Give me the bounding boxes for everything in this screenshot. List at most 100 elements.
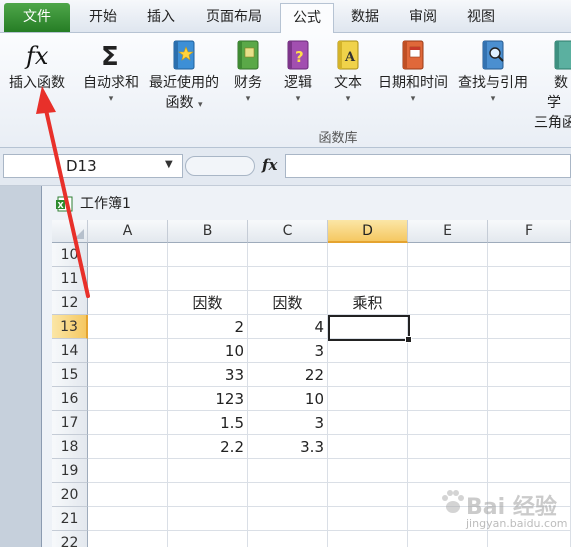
cell-B18[interactable]: 2.2 — [168, 435, 248, 459]
tab-insert[interactable]: 插入 — [134, 3, 188, 32]
cell-A17[interactable] — [88, 411, 168, 435]
cell-E15[interactable] — [408, 363, 488, 387]
chevron-down-icon[interactable]: ▼ — [165, 159, 173, 170]
logical-button[interactable]: ? 逻辑 ▾ — [278, 37, 318, 105]
cell-B20[interactable] — [168, 483, 248, 507]
cell-E21[interactable] — [408, 507, 488, 531]
row-header-10[interactable]: 10 — [52, 243, 88, 267]
cell-F14[interactable] — [488, 339, 571, 363]
cell-C11[interactable] — [248, 267, 328, 291]
cell-B11[interactable] — [168, 267, 248, 291]
column-header-B[interactable]: B — [168, 220, 248, 243]
cell-C14[interactable]: 3 — [248, 339, 328, 363]
column-header-D[interactable]: D — [328, 220, 408, 243]
row-header-11[interactable]: 11 — [52, 267, 88, 291]
cell-D15[interactable] — [328, 363, 408, 387]
cell-F11[interactable] — [488, 267, 571, 291]
column-header-E[interactable]: E — [408, 220, 488, 243]
row-header-13[interactable]: 13 — [52, 315, 88, 339]
cell-F13[interactable] — [488, 315, 571, 339]
select-all-corner[interactable] — [52, 220, 88, 243]
cell-F10[interactable] — [488, 243, 571, 267]
cell-E11[interactable] — [408, 267, 488, 291]
cell-C21[interactable] — [248, 507, 328, 531]
cell-A13[interactable] — [88, 315, 168, 339]
cell-F19[interactable] — [488, 459, 571, 483]
cell-B10[interactable] — [168, 243, 248, 267]
cell-B13[interactable]: 2 — [168, 315, 248, 339]
tab-view[interactable]: 视图 — [454, 3, 508, 32]
cell-D20[interactable] — [328, 483, 408, 507]
formula-input[interactable] — [285, 154, 571, 178]
cell-B22[interactable] — [168, 531, 248, 547]
cell-F17[interactable] — [488, 411, 571, 435]
cell-F20[interactable] — [488, 483, 571, 507]
cell-A15[interactable] — [88, 363, 168, 387]
cell-A19[interactable] — [88, 459, 168, 483]
cell-A20[interactable] — [88, 483, 168, 507]
math-trig-button[interactable]: 数学 三角函 — [534, 37, 571, 133]
tab-data[interactable]: 数据 — [338, 3, 392, 32]
tab-page-layout[interactable]: 页面布局 — [192, 3, 276, 32]
cell-B12[interactable]: 因数 — [168, 291, 248, 315]
cell-D17[interactable] — [328, 411, 408, 435]
row-header-17[interactable]: 17 — [52, 411, 88, 435]
cell-A18[interactable] — [88, 435, 168, 459]
cell-C10[interactable] — [248, 243, 328, 267]
tab-file[interactable]: 文件 — [4, 3, 70, 32]
cell-D12[interactable]: 乘积 — [328, 291, 408, 315]
cell-A16[interactable] — [88, 387, 168, 411]
cell-E17[interactable] — [408, 411, 488, 435]
cell-B16[interactable]: 123 — [168, 387, 248, 411]
column-header-C[interactable]: C — [248, 220, 328, 243]
row-header-16[interactable]: 16 — [52, 387, 88, 411]
row-header-15[interactable]: 15 — [52, 363, 88, 387]
cell-E13[interactable] — [408, 315, 488, 339]
cell-D21[interactable] — [328, 507, 408, 531]
cell-E10[interactable] — [408, 243, 488, 267]
tab-review[interactable]: 审阅 — [396, 3, 450, 32]
cell-A21[interactable] — [88, 507, 168, 531]
cell-D10[interactable] — [328, 243, 408, 267]
insert-function-button[interactable]: fx 插入函数 — [4, 37, 70, 93]
cell-D19[interactable] — [328, 459, 408, 483]
cell-B19[interactable] — [168, 459, 248, 483]
autosum-button[interactable]: Σ 自动求和 ▾ — [80, 37, 142, 105]
cell-D22[interactable] — [328, 531, 408, 547]
cell-E18[interactable] — [408, 435, 488, 459]
cell-A14[interactable] — [88, 339, 168, 363]
cell-B14[interactable]: 10 — [168, 339, 248, 363]
cell-B17[interactable]: 1.5 — [168, 411, 248, 435]
spreadsheet-grid[interactable]: A B C D E F 10 11 12 因数 因数 乘积 13 2 4 14 10 3 15 33 22 1… — [52, 220, 571, 547]
cell-F12[interactable] — [488, 291, 571, 315]
cell-E20[interactable] — [408, 483, 488, 507]
cell-C16[interactable]: 10 — [248, 387, 328, 411]
cell-D11[interactable] — [328, 267, 408, 291]
cell-D13[interactable] — [328, 315, 408, 339]
name-box[interactable]: D13 — [3, 154, 183, 178]
insert-function-fx-button[interactable]: fx — [262, 156, 277, 174]
cell-F22[interactable] — [488, 531, 571, 547]
tab-formulas[interactable]: 公式 — [280, 3, 334, 34]
text-button[interactable]: A 文本 ▾ — [328, 37, 368, 105]
row-header-18[interactable]: 18 — [52, 435, 88, 459]
row-header-21[interactable]: 21 — [52, 507, 88, 531]
cell-C22[interactable] — [248, 531, 328, 547]
cell-C20[interactable] — [248, 483, 328, 507]
cell-A10[interactable] — [88, 243, 168, 267]
cell-D14[interactable] — [328, 339, 408, 363]
cell-A12[interactable] — [88, 291, 168, 315]
row-header-19[interactable]: 19 — [52, 459, 88, 483]
financial-button[interactable]: 财务 ▾ — [228, 37, 268, 105]
cell-E12[interactable] — [408, 291, 488, 315]
column-header-A[interactable]: A — [88, 220, 168, 243]
cell-A22[interactable] — [88, 531, 168, 547]
column-header-F[interactable]: F — [488, 220, 571, 243]
cell-E22[interactable] — [408, 531, 488, 547]
row-header-20[interactable]: 20 — [52, 483, 88, 507]
row-header-14[interactable]: 14 — [52, 339, 88, 363]
cell-F16[interactable] — [488, 387, 571, 411]
cell-C15[interactable]: 22 — [248, 363, 328, 387]
cell-B21[interactable] — [168, 507, 248, 531]
cell-E16[interactable] — [408, 387, 488, 411]
